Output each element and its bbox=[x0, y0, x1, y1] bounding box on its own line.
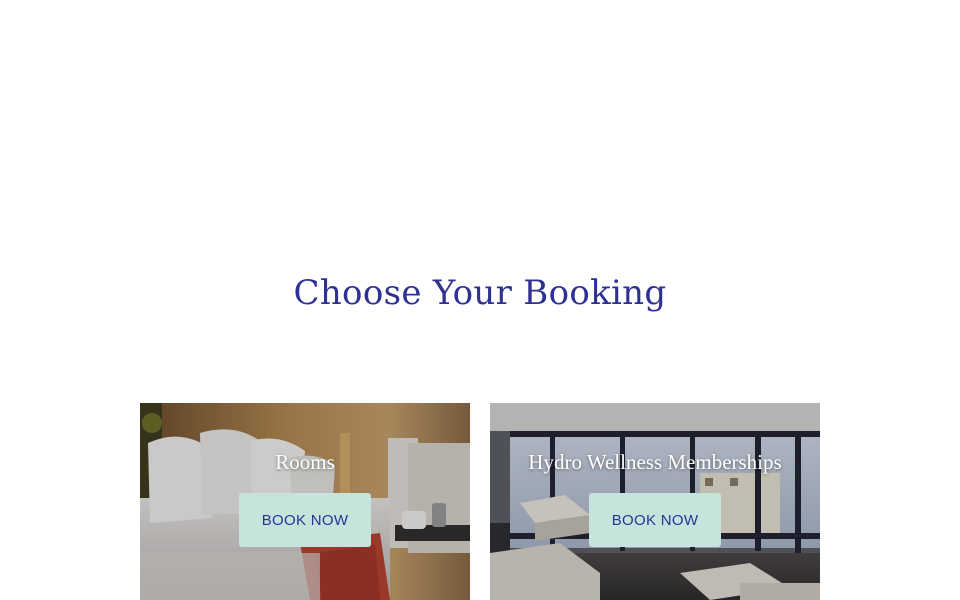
booking-card-wellness: Hydro Wellness Memberships BOOK NOW bbox=[490, 403, 820, 600]
book-now-rooms-button[interactable]: BOOK NOW bbox=[239, 493, 371, 547]
page-title: Choose Your Booking bbox=[293, 273, 667, 313]
booking-page: Choose Your Booking Rooms BOOK NOW Hydro… bbox=[0, 0, 960, 600]
card-title-wellness: Hydro Wellness Memberships bbox=[528, 450, 782, 474]
booking-card-rooms: Rooms BOOK NOW bbox=[140, 403, 470, 600]
card-title-rooms: Rooms bbox=[275, 450, 335, 474]
book-now-wellness-button[interactable]: BOOK NOW bbox=[589, 493, 721, 547]
